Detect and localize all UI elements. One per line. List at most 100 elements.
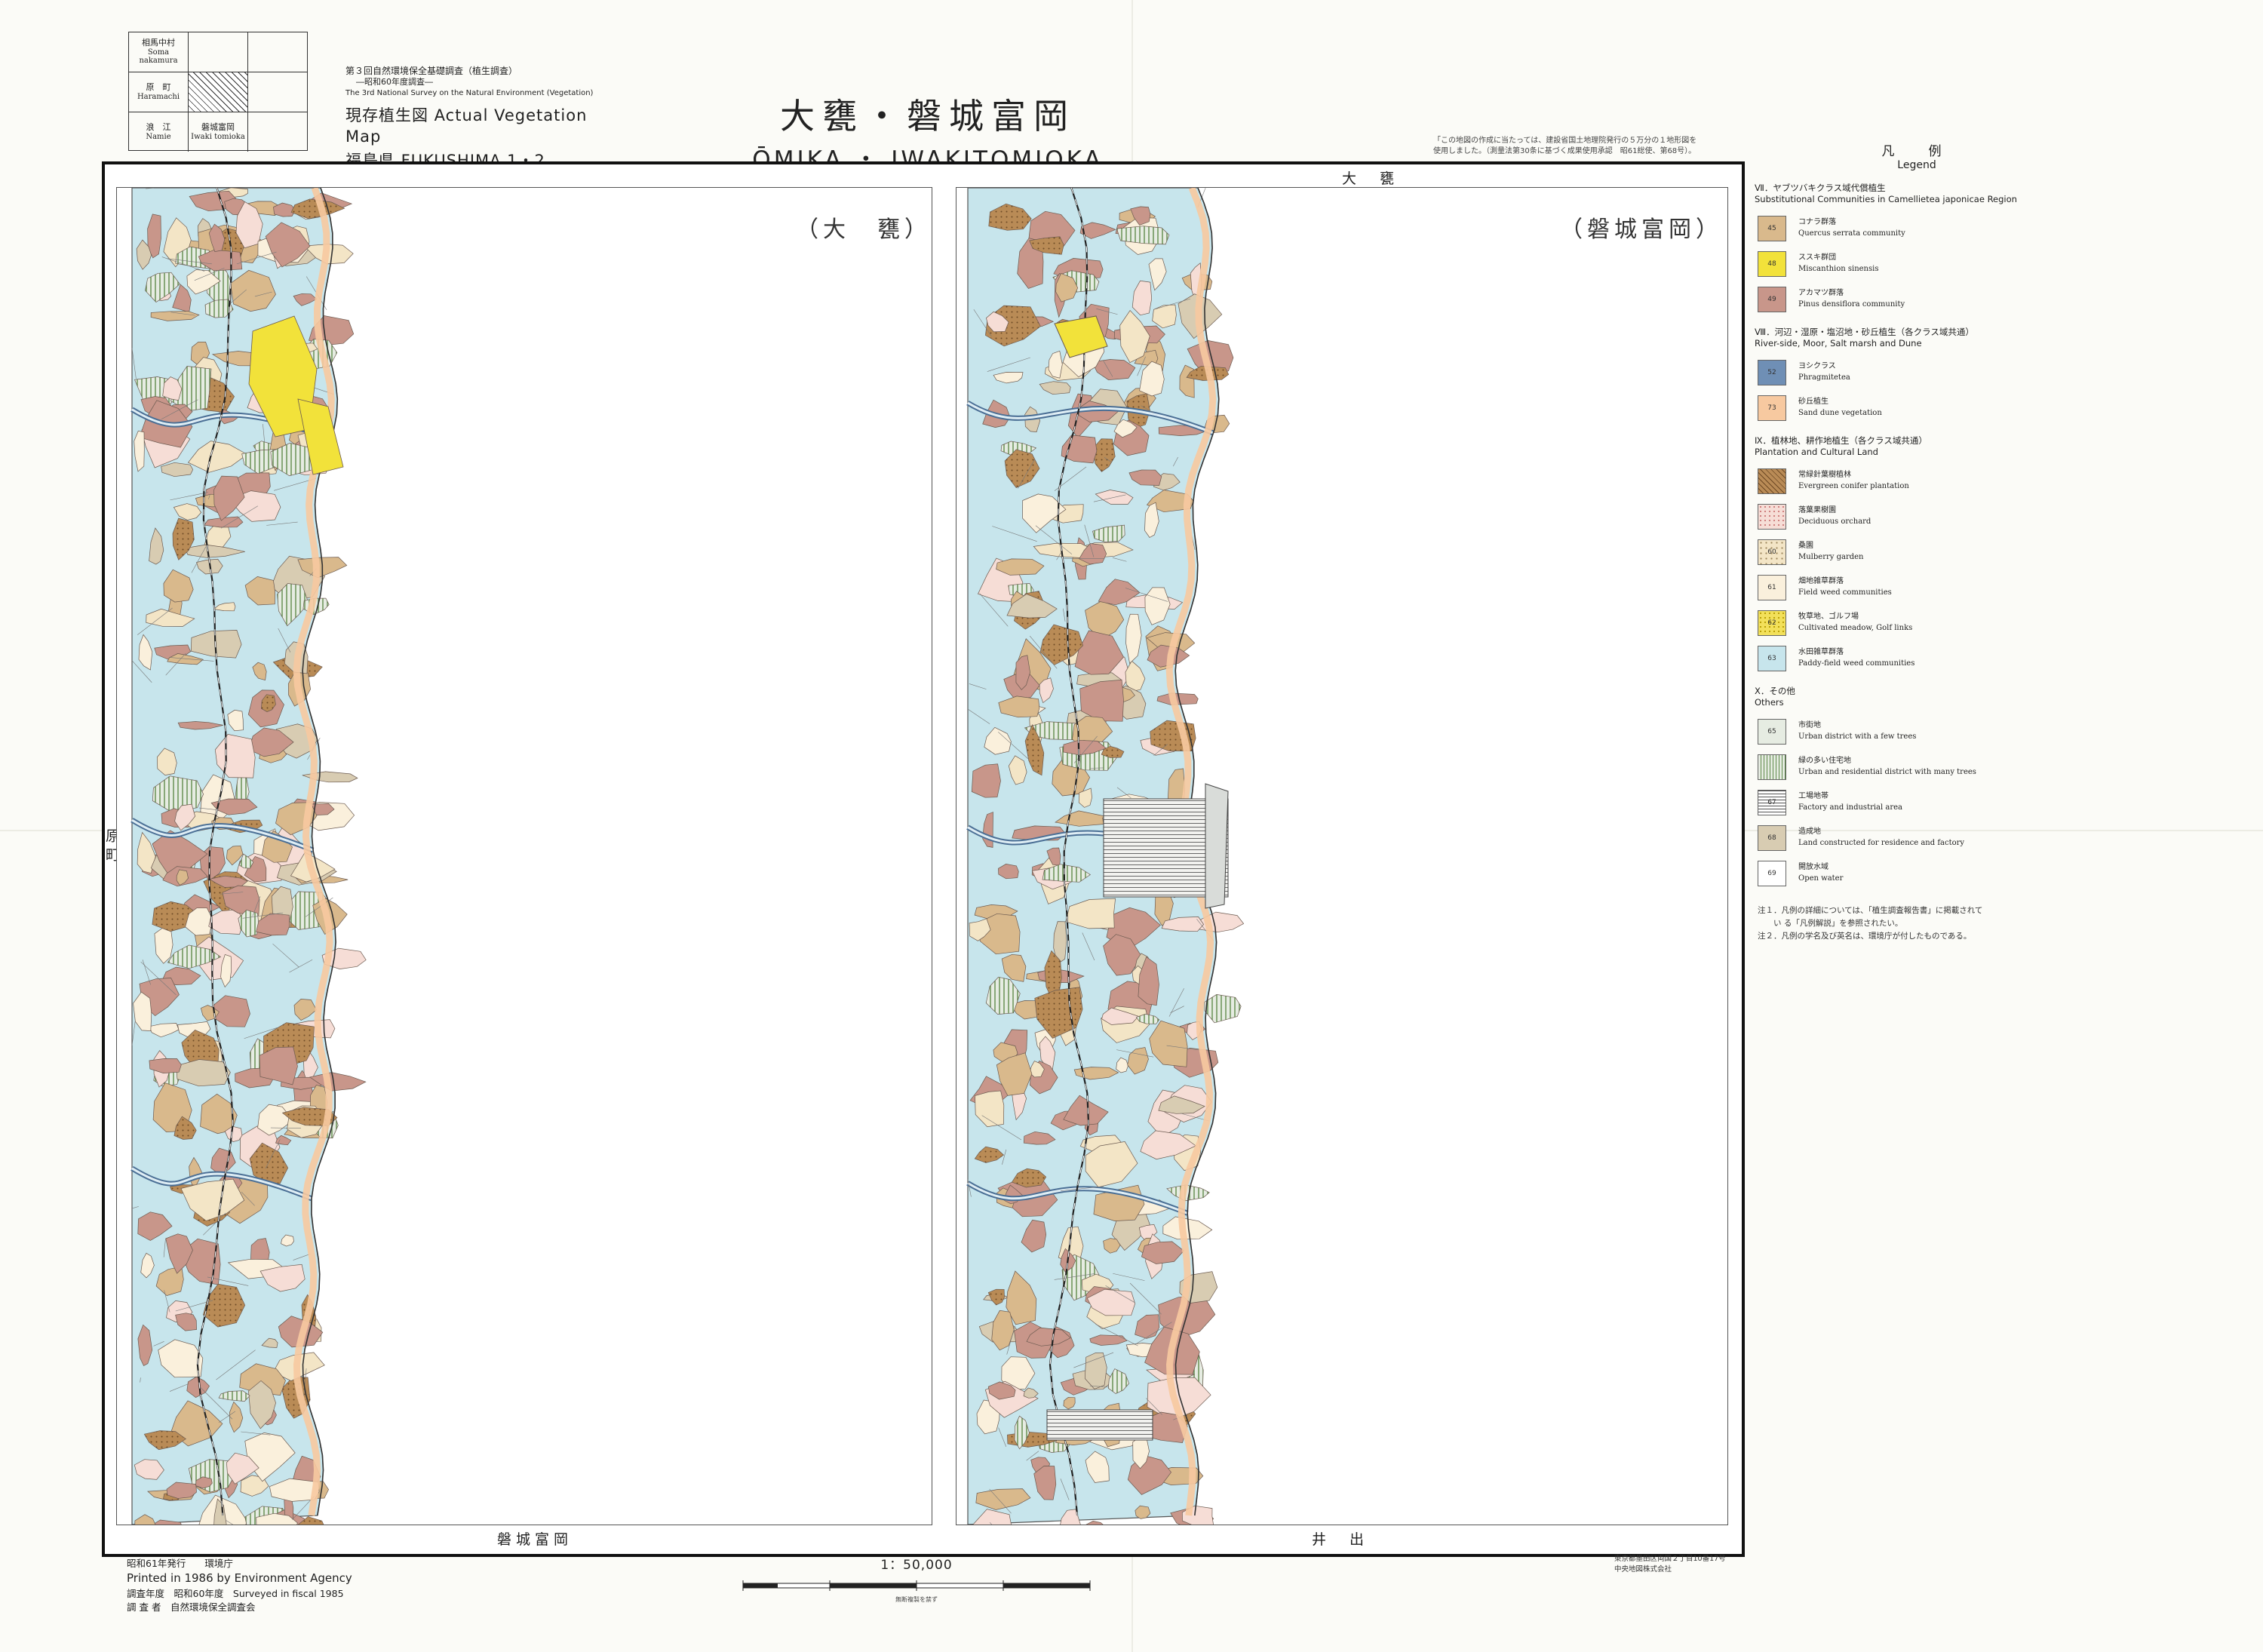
legend-item: 落葉果樹園 Deciduous orchard [1755,499,2079,534]
legend-swatch: 68 [1758,824,1786,851]
printer-name: 中央地図株式会社 [1614,1565,1672,1574]
legend-label: 畑地雑草群落 Field weed communities [1798,576,1892,598]
legend-swatch [1758,754,1786,780]
legend-label: 造成地 Land constructed for residence and fa… [1798,827,1964,849]
index-row: 浪 江 Namie 磐城富岡 Iwaki tomioka [129,112,307,152]
legend-label-jp: 市街地 [1798,721,1821,729]
index-cell [248,32,307,72]
legend-label-en: Paddy-field weed communities [1798,659,1915,668]
legend-group-title-en: Substitutional Communities in Camelliete… [1755,194,2017,204]
legend-label-jp: ヨシクラス [1798,362,1836,370]
legend-label: 砂丘植生 Sand dune vegetation [1798,397,1882,419]
legend-label-en: Evergreen conifer plantation [1798,481,1909,490]
legend-swatch [1758,468,1786,494]
legend-label-en: Sand dune vegetation [1798,408,1882,417]
legend-label-en: Cultivated meadow, Golf links [1798,623,1913,632]
legend-swatch: 45 [1758,215,1786,241]
legend-label: 開放水域 Open water [1798,862,1843,884]
legend-label: 桑園 Mulberry garden [1798,541,1864,563]
index-row: 原 町 Haramachi [129,72,307,112]
legend-title-jp: 凡 例 [1881,144,1952,159]
legend-group-title-en: River-side, Moor, Salt marsh and Dune [1755,338,1922,349]
legend-item: 49 アカマツ群落 Pinus densiflora community [1755,281,2079,317]
title-jp: 大甕・磐城富岡 [780,96,1076,137]
legend-note-1a: 注１．凡例の詳細については、「植生調査報告書」に掲載されて [1758,906,1983,915]
index-cell-en: Soma nakamura [139,48,178,66]
legend-swatch: 60 [1758,539,1786,565]
legend-label-en: Land constructed for residence and facto… [1798,838,1965,847]
vegetation-map-omika [130,188,367,1525]
legend-label-jp: 砂丘植生 [1798,398,1829,406]
legend-group: Ⅷ．河辺・湿原・塩沼地・砂丘植生（各クラス域共通） River-side, Moo… [1755,326,2079,425]
legend-label-jp: 緑の多い住宅地 [1798,757,1851,765]
vegetation-patch [1204,994,1242,1024]
index-cell [189,72,248,112]
legend-label-en: Deciduous orchard [1798,517,1872,526]
legend-group-title-en: Plantation and Cultural Land [1755,447,1878,457]
legend-label-en: Miscanthion sinensis [1798,264,1879,273]
legend-label: 常緑針葉樹植林 Evergreen conifer plantation [1798,470,1909,492]
legend-item: 緑の多い住宅地 Urban and residential district wi… [1755,749,2079,785]
legend-item: 52 ヨシクラス Phragmitetea [1755,355,2079,390]
legend-swatch: 73 [1758,395,1786,421]
scale-ratio: 1：50,000 [880,1558,953,1573]
map-panel-iwakitomioka[interactable]: （磐城富岡） [956,187,1728,1525]
map-panel-omika[interactable]: （大 甕） [116,187,932,1525]
survey-year: 調査年度 昭和60年度 Surveyed in fiscal 1985 [127,1587,344,1599]
legend-swatch: 48 [1758,250,1786,277]
survey-title-en: The 3rd National Survey on the Natural E… [345,89,594,98]
legend-label-jp: 造成地 [1798,828,1821,836]
legend-label-en: Field weed communities [1798,588,1892,597]
scale-bar-graphic [742,1580,1091,1591]
legend-item: 73 砂丘植生 Sand dune vegetation [1755,390,2079,425]
index-cell-en: Haramachi [137,92,180,101]
legend-item: 常緑針葉樹植林 Evergreen conifer plantation [1755,463,2079,499]
bottom-left-label: 磐城富岡 [497,1531,573,1548]
legend-group-title-jp: Ⅹ．その他 [1755,686,1795,696]
legend-label-jp: 工場地帯 [1798,792,1829,800]
index-cell: 浪 江 Namie [129,112,189,152]
index-cell-jp: 相馬中村 [142,38,175,48]
legend-label: ススキ群団 Miscanthion sinensis [1798,253,1878,275]
bottom-right-label: 井 出 [1312,1531,1369,1548]
index-cell [248,72,307,112]
legend-label-en: Factory and industrial area [1798,803,1903,812]
index-cell-en: Namie [146,132,171,141]
legend-label: アカマツ群落 Pinus densiflora community [1798,288,1905,310]
legend-label: コナラ群落 Quercus serrata community [1798,217,1905,239]
legend-title-en: Legend [1897,159,1936,171]
legend-note-2: 注２．凡例の学名及び英名は、環境庁が付したものである。 [1758,931,1972,941]
legend: 凡 例 Legend Ⅶ．ヤブツバキクラス域代償植生 Substitutional… [1755,140,2079,942]
legend-label-en: Pinus densiflora community [1798,299,1905,309]
map-type: 現存植生図 Actual Vegetation Map [345,106,588,146]
source-note-line-1: 「この地図の作成に当たっては、建設省国土地理院発行の５万分の１地形図を [1433,137,1697,145]
legend-label: 牧草地、ゴルフ場 Cultivated meadow, Golf links [1798,612,1912,634]
legend-label: 水田雑草群落 Paddy-field weed communities [1798,647,1914,669]
legend-notes: 注１．凡例の詳細については、「植生調査報告書」に掲載されて い る「凡例解説」を… [1755,904,2079,942]
source-note: 「この地図の作成に当たっては、建設省国土地理院発行の５万分の１地形図を 使用しま… [1433,136,1750,157]
legend-swatch: 62 [1758,610,1786,636]
index-cell: 相馬中村 Soma nakamura [129,32,189,72]
vegetation-patch [1085,1521,1104,1525]
legend-item: 60 桑園 Mulberry garden [1755,534,2079,570]
legend-swatch: 61 [1758,574,1786,600]
legend-item: 67 工場地帯 Factory and industrial area [1755,785,2079,820]
legend-swatch: 63 [1758,645,1786,671]
legend-label-en: Quercus serrata community [1798,229,1905,238]
printer-address: 東京都墨田区両国２丁目10番17号 [1614,1555,1726,1563]
map-frame: 大 甕 磐城富岡 井 出 原町 （大 甕） （磐城富岡） [102,161,1745,1557]
legend-label-jp: 牧草地、ゴルフ場 [1798,613,1859,621]
legend-label-jp: ススキ群団 [1798,253,1836,262]
harbor-pier [1205,783,1229,909]
issued-by: 昭和61年発行 環境庁 [127,1558,233,1569]
legend-label-en: Urban and residential district with many… [1798,767,1976,776]
legend-label: ヨシクラス Phragmitetea [1798,361,1850,383]
legend-group: Ⅹ．その他 Others 65 市街地 Urban district with a fe… [1755,685,2079,891]
legend-item: 48 ススキ群団 Miscanthion sinensis [1755,246,2079,281]
legend-group-title-jp: Ⅸ．植林地、耕作地植生（各クラス域共通） [1755,435,1927,446]
index-row: 相馬中村 Soma nakamura [129,32,307,72]
legend-group-title-en: Others [1755,697,1784,708]
legend-label-jp: 畑地雑草群落 [1798,577,1844,585]
legend-groups: Ⅶ．ヤブツバキクラス域代償植生 Substitutional Communitie… [1755,182,2079,891]
surveyor: 調 査 者 自然環境保全調査会 [127,1601,256,1613]
